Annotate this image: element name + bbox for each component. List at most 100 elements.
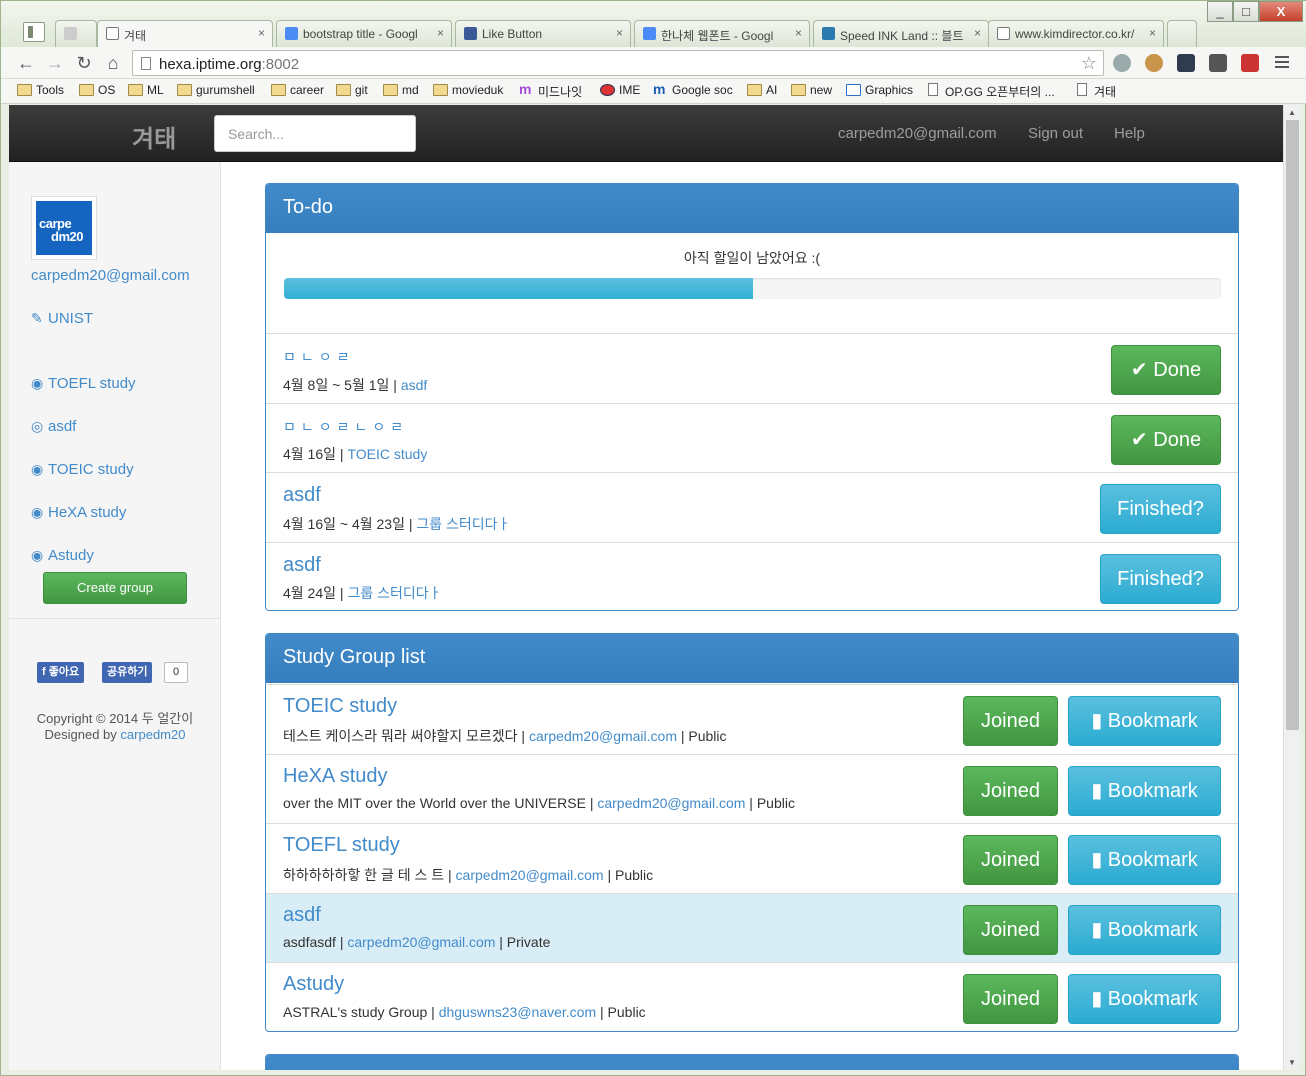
todo-group-link[interactable]: 그룹 스터디다ㅏ bbox=[416, 516, 510, 532]
group-meta: 하하하하하핳 한 글 테 스 트 | carpedm20@gmail.com |… bbox=[283, 867, 654, 883]
bookmark-star-icon[interactable]: ☆ bbox=[1081, 53, 1097, 74]
done-button[interactable]: ✔ Done bbox=[1111, 345, 1221, 395]
create-group-button[interactable]: Create group bbox=[43, 572, 187, 604]
bookmark-button[interactable]: ▮ Bookmark bbox=[1068, 974, 1221, 1024]
todo-title-link[interactable]: asdf bbox=[283, 554, 321, 577]
tool-extension-icon[interactable] bbox=[1209, 54, 1227, 72]
close-icon[interactable]: × bbox=[1149, 26, 1156, 40]
tab-pinned[interactable] bbox=[55, 20, 97, 47]
window-close-button[interactable]: X bbox=[1259, 1, 1303, 22]
page-scrollbar[interactable]: ▲ ▼ bbox=[1283, 105, 1300, 1070]
todo-title-link[interactable]: asdf bbox=[283, 484, 321, 507]
group-name-link[interactable]: Astudy bbox=[283, 973, 344, 996]
sidebar-group-toefl[interactable]: ◉ TOEFL study bbox=[31, 375, 136, 392]
todo-title-link[interactable]: ㅁㄴㅇㄹ bbox=[283, 347, 355, 367]
close-icon[interactable]: × bbox=[795, 26, 802, 40]
sidebar-group-hexa[interactable]: ◉ HeXA study bbox=[31, 504, 126, 521]
tab-hanna-font[interactable]: 한나체 웹폰트 - Googl × bbox=[634, 20, 810, 47]
new-tab-button[interactable] bbox=[1167, 20, 1197, 47]
scroll-up-arrow-icon[interactable]: ▲ bbox=[1288, 108, 1296, 117]
group-name-link[interactable]: asdf bbox=[283, 904, 321, 927]
todo-group-link[interactable]: TOEIC study bbox=[347, 446, 427, 462]
close-icon[interactable]: × bbox=[258, 26, 265, 40]
group-owner-link[interactable]: carpedm20@gmail.com bbox=[347, 934, 495, 950]
back-icon[interactable]: ← bbox=[15, 53, 37, 74]
bookmark-graphics[interactable]: Graphics bbox=[846, 83, 913, 97]
close-icon[interactable]: × bbox=[437, 26, 444, 40]
close-icon[interactable]: × bbox=[616, 26, 623, 40]
designer-link[interactable]: carpedm20 bbox=[120, 727, 185, 742]
bookmark-ime[interactable]: IME bbox=[600, 83, 640, 97]
home-icon[interactable]: ⌂ bbox=[102, 53, 124, 74]
finished-button[interactable]: Finished? bbox=[1100, 484, 1221, 534]
bookmark-button[interactable]: ▮ Bookmark bbox=[1068, 835, 1221, 885]
group-owner-link[interactable]: carpedm20@gmail.com bbox=[597, 795, 745, 811]
menu-icon[interactable] bbox=[1275, 56, 1289, 68]
brand-logo[interactable]: 겨태 bbox=[132, 119, 176, 154]
joined-button[interactable]: Joined bbox=[963, 835, 1058, 885]
group-name-link[interactable]: HeXA study bbox=[283, 765, 388, 788]
scroll-down-arrow-icon[interactable]: ▼ bbox=[1288, 1058, 1296, 1067]
scrollbar-thumb[interactable] bbox=[1286, 120, 1299, 730]
tab-bootstrap[interactable]: bootstrap title - Googl × bbox=[276, 20, 452, 47]
sidebar-group-asdf[interactable]: ◎ asdf bbox=[31, 418, 76, 435]
maximize-button[interactable]: □ bbox=[1233, 1, 1259, 22]
nav-email-link[interactable]: carpedm20@gmail.com bbox=[838, 125, 997, 142]
bookmark-button[interactable]: ▮ Bookmark bbox=[1068, 766, 1221, 816]
bookmark-button[interactable]: ▮ Bookmark bbox=[1068, 696, 1221, 746]
bookmark-new[interactable]: new bbox=[791, 83, 832, 97]
bookmark-os[interactable]: OS bbox=[79, 83, 115, 97]
group-owner-link[interactable]: carpedm20@gmail.com bbox=[456, 867, 604, 883]
sidebar-group-astudy[interactable]: ◉ Astudy bbox=[31, 547, 94, 564]
address-bar[interactable]: hexa.iptime.org:8002 ☆ bbox=[132, 50, 1104, 76]
bookmark-opgg[interactable]: OP.GG 오픈부터의 ... bbox=[926, 83, 1055, 100]
bookmark-ai[interactable]: AI bbox=[747, 83, 777, 97]
finished-button[interactable]: Finished? bbox=[1100, 554, 1221, 604]
tab-like-button[interactable]: Like Button × bbox=[455, 20, 631, 47]
tab-speed-ink[interactable]: Speed INK Land :: 블트 × bbox=[813, 20, 989, 47]
bookmark-career[interactable]: career bbox=[271, 83, 324, 97]
school-link[interactable]: ✎ UNIST bbox=[31, 310, 93, 327]
app-menu-icon[interactable] bbox=[23, 22, 45, 42]
joined-button[interactable]: Joined bbox=[963, 974, 1058, 1024]
sign-out-link[interactable]: Sign out bbox=[1028, 125, 1083, 142]
profile-email-link[interactable]: carpedm20@gmail.com bbox=[31, 267, 190, 284]
group-owner-link[interactable]: carpedm20@gmail.com bbox=[529, 728, 677, 744]
bookmark-ml[interactable]: ML bbox=[128, 83, 164, 97]
todo-group-link[interactable]: asdf bbox=[401, 377, 427, 393]
joined-button[interactable]: Joined bbox=[963, 696, 1058, 746]
fb-share-button[interactable]: 공유하기 bbox=[102, 662, 153, 683]
bookmark-midnight[interactable]: m 미드나잇 bbox=[519, 81, 582, 100]
group-name-link[interactable]: TOEFL study bbox=[283, 834, 400, 857]
bookmark-md[interactable]: md bbox=[383, 83, 419, 97]
cookie-extension-icon[interactable] bbox=[1145, 54, 1163, 72]
bookmark-gyeotae[interactable]: 겨태 bbox=[1075, 83, 1116, 100]
todo-title-link[interactable]: ㅁㄴㅇㄹㄴㅇㄹ bbox=[283, 417, 408, 437]
reload-icon[interactable]: ↻ bbox=[73, 53, 95, 74]
minimize-button[interactable]: _ bbox=[1207, 1, 1233, 22]
bookmark-movieduk[interactable]: movieduk bbox=[433, 83, 503, 97]
help-link[interactable]: Help bbox=[1114, 125, 1145, 142]
joined-button[interactable]: Joined bbox=[963, 766, 1058, 816]
group-owner-link[interactable]: dhguswns23@naver.com bbox=[439, 1004, 596, 1020]
bookmark-google-soc[interactable]: m Google soc bbox=[653, 81, 733, 97]
close-icon[interactable]: × bbox=[974, 26, 981, 40]
bookmark-gurumshell[interactable]: gurumshell bbox=[177, 83, 255, 97]
tab-active[interactable]: 겨태 × bbox=[97, 20, 273, 48]
done-button[interactable]: ✔ Done bbox=[1111, 415, 1221, 465]
bookmark-button[interactable]: ▮ Bookmark bbox=[1068, 905, 1221, 955]
mail-extension-icon[interactable] bbox=[1241, 54, 1259, 72]
sidebar-group-toeic[interactable]: ◉ TOEIC study bbox=[31, 461, 134, 478]
forward-icon[interactable]: → bbox=[44, 53, 66, 74]
avatar[interactable]: carpe dm20 bbox=[31, 196, 97, 260]
fb-like-button[interactable]: f 좋아요 bbox=[37, 662, 85, 683]
todo-group-link[interactable]: 그룹 스터디다ㅏ bbox=[347, 585, 441, 601]
bookmark-git[interactable]: git bbox=[336, 83, 368, 97]
joined-button[interactable]: Joined bbox=[963, 905, 1058, 955]
search-input[interactable]: Search... bbox=[214, 115, 416, 152]
bookmark-tools[interactable]: Tools bbox=[17, 83, 64, 97]
tab-kimdirector[interactable]: www.kimdirector.co.kr/ × bbox=[988, 20, 1164, 47]
globe-extension-icon[interactable] bbox=[1113, 54, 1131, 72]
group-name-link[interactable]: TOEIC study bbox=[283, 695, 397, 718]
camera-extension-icon[interactable] bbox=[1177, 54, 1195, 72]
